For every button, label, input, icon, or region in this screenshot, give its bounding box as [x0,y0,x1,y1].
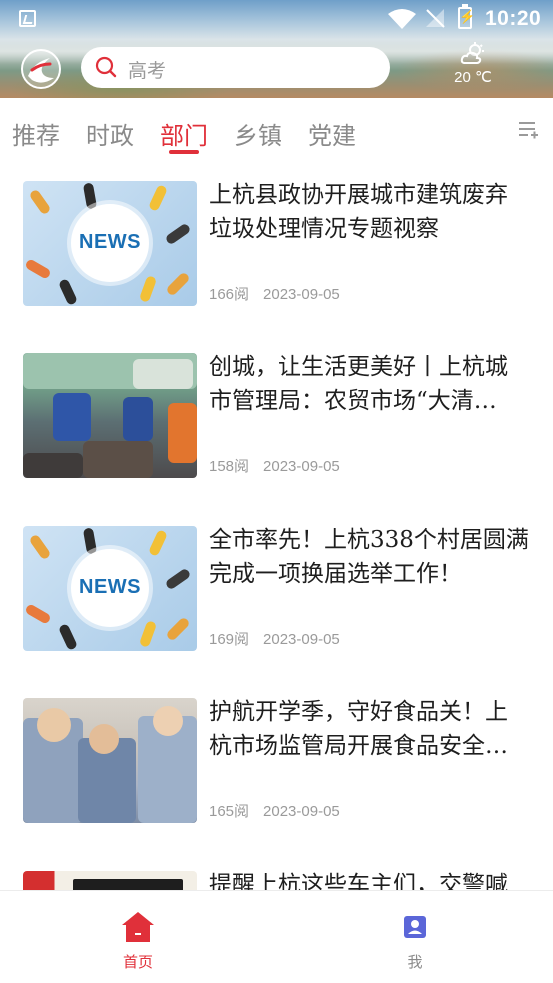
news-thumbnail [23,698,197,823]
publish-date: 2023-09-05 [263,631,340,648]
notification-app-icon [19,10,36,27]
bottom-navigation: 首页 我 [0,890,553,983]
search-icon [95,56,117,78]
status-time: 10:20 [485,7,542,30]
thumbnail-news-text: NEWS [79,231,141,253]
search-placeholder: 高考 [128,60,167,82]
nav-home-label: 首页 [122,953,153,971]
partly-cloudy-icon [460,42,484,64]
read-count: 169阅 [209,631,250,648]
news-list: NEWS 上杭县政协开展城市建筑废弃垃圾处理情况专题视察 166阅 2023-09… [0,164,553,890]
news-thumbnail: NEWS [23,526,197,651]
wifi-icon [388,9,416,29]
nav-me[interactable]: 我 [345,891,485,983]
weather-widget[interactable]: 20 ℃ [448,42,498,92]
news-meta: 165阅 2023-09-05 [209,800,340,821]
thumbnail-news-text: NEWS [79,576,141,598]
publish-date: 2023-09-05 [263,803,340,820]
news-item[interactable]: 创城，让生活更美好丨上杭城市管理局：农贸市场“大清… 158阅 2023-09-0… [0,336,553,508]
signal-icon [426,9,445,28]
news-item[interactable]: NEWS 上杭县政协开展城市建筑废弃垃圾处理情况专题视察 166阅 2023-09… [0,164,553,336]
news-item[interactable]: 提醒上杭这些车主们，交警喊 [0,854,553,890]
battery-icon [458,4,475,29]
publish-date: 2023-09-05 [263,458,340,475]
search-bar[interactable]: 高考 [81,47,390,88]
tab-recommend[interactable]: 推荐 [12,116,60,151]
news-meta: 166阅 2023-09-05 [209,283,340,304]
news-thumbnail [23,871,197,890]
home-icon [122,912,154,942]
news-thumbnail [23,353,197,478]
news-title: 全市率先！上杭338个村居圆满完成一项换届选举工作！ [209,527,529,587]
category-tabs: 推荐 时政 部门 乡镇 党建 [0,98,553,164]
nav-home[interactable]: 首页 [68,891,208,983]
news-thumbnail: NEWS [23,181,197,306]
app-header: 10:20 高考 20 ℃ [0,0,553,98]
news-title: 提醒上杭这些车主们，交警喊 [209,872,508,890]
list-add-icon[interactable] [517,120,539,140]
profile-icon [404,916,426,938]
read-count: 166阅 [209,286,250,303]
news-title: 上杭县政协开展城市建筑废弃垃圾处理情况专题视察 [209,182,508,242]
tab-townships[interactable]: 乡镇 [234,116,282,151]
weather-temperature: 20 ℃ [454,69,492,86]
tab-departments[interactable]: 部门 [160,116,208,151]
news-title: 护航开学季，守好食品关！上杭市场监管局开展食品安全… [209,699,508,759]
news-item[interactable]: 护航开学季，守好食品关！上杭市场监管局开展食品安全… 165阅 2023-09-0… [0,681,553,853]
tab-politics[interactable]: 时政 [86,116,134,151]
tab-party-building[interactable]: 党建 [308,116,356,151]
read-count: 158阅 [209,458,250,475]
news-item[interactable]: NEWS 全市率先！上杭338个村居圆满完成一项换届选举工作！ 169阅 2023… [0,509,553,681]
news-meta: 169阅 2023-09-05 [209,628,340,649]
nav-me-label: 我 [407,953,423,971]
app-logo[interactable] [20,48,62,90]
publish-date: 2023-09-05 [263,286,340,303]
news-title: 创城，让生活更美好丨上杭城市管理局：农贸市场“大清… [209,354,508,414]
active-tab-indicator [169,150,199,154]
read-count: 165阅 [209,803,250,820]
news-meta: 158阅 2023-09-05 [209,455,340,476]
status-bar: 10:20 [0,0,553,36]
